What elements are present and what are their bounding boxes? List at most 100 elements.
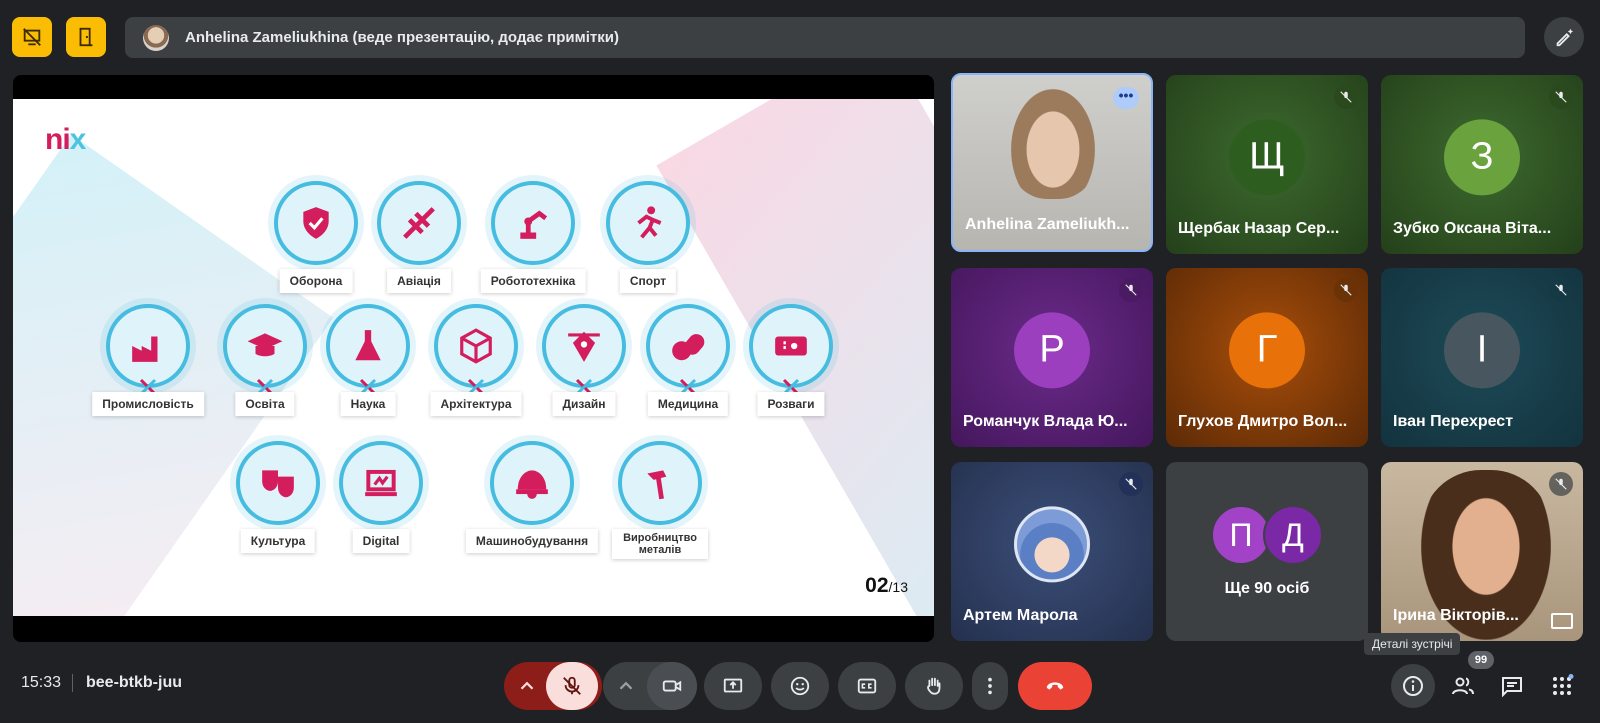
presenter-banner: Anhelina Zameliukhina (веде презентацію,… bbox=[125, 17, 1525, 58]
mic-off-indicator bbox=[1549, 278, 1573, 302]
people-button[interactable] bbox=[1441, 664, 1485, 708]
mic-off-indicator bbox=[1334, 85, 1358, 109]
mic-off-indicator bbox=[1119, 278, 1143, 302]
bottom-bar: 15:33 bee-btkb-juu bbox=[0, 650, 1600, 723]
node-label: Медицина bbox=[647, 392, 729, 416]
node-label: Робототехніка bbox=[480, 269, 586, 293]
participant-tile[interactable]: Щ Щербак Назар Сер... bbox=[1166, 75, 1368, 254]
mic-off-icon bbox=[1555, 91, 1567, 103]
participant-name: Романчук Влада Ю... bbox=[963, 413, 1128, 430]
presenter-text: Anhelina Zameliukhina (веде презентацію,… bbox=[185, 29, 619, 46]
chat-button[interactable] bbox=[1490, 664, 1534, 708]
leave-call-button[interactable] bbox=[1018, 662, 1092, 710]
videocam-icon bbox=[662, 680, 682, 692]
meeting-code: bee-btkb-juu bbox=[86, 674, 182, 691]
node-label: Машинобудування bbox=[465, 529, 599, 553]
participant-tile[interactable]: Р Романчук Влада Ю... bbox=[951, 268, 1153, 447]
reactions-button[interactable] bbox=[771, 662, 829, 710]
chevron-up-icon bbox=[520, 681, 534, 690]
participant-tile[interactable]: І Іван Перехрест bbox=[1381, 268, 1583, 447]
mic-off-indicator bbox=[1549, 85, 1573, 109]
shield-icon bbox=[303, 207, 329, 239]
node-design: Дизайн bbox=[537, 304, 631, 424]
laptop-icon bbox=[365, 469, 397, 497]
node-label: Дизайн bbox=[552, 392, 616, 416]
graduation-cap-icon bbox=[247, 333, 283, 357]
participant-name: Глухов Дмитро Вол... bbox=[1178, 413, 1348, 430]
participant-initial: Г bbox=[1229, 311, 1305, 388]
participant-tile[interactable]: З Зубко Оксана Віта... bbox=[1381, 75, 1583, 254]
node-industry: Промисловість bbox=[92, 304, 204, 424]
captions-button[interactable] bbox=[838, 662, 896, 710]
cube-icon bbox=[460, 328, 492, 364]
mic-off-icon bbox=[1125, 284, 1137, 296]
node-label: Наука bbox=[340, 392, 396, 416]
pen-sparkle-icon bbox=[1556, 28, 1574, 47]
clock: 15:33 bbox=[21, 674, 62, 691]
more-options-button[interactable]: ••• bbox=[1113, 87, 1139, 109]
participant-name: Зубко Оксана Віта... bbox=[1393, 220, 1552, 237]
present-screen-button[interactable] bbox=[704, 662, 762, 710]
node-culture: Культура bbox=[231, 441, 325, 561]
node-defense: Оборона bbox=[269, 181, 363, 301]
raise-hand-button[interactable] bbox=[905, 662, 963, 710]
node-label: Культура bbox=[240, 529, 316, 553]
participant-tile[interactable]: Г Глухов Дмитро Вол... bbox=[1166, 268, 1368, 447]
avatar-image bbox=[1014, 505, 1090, 582]
node-robotics: Робототехніка bbox=[480, 181, 586, 301]
pip-icon[interactable] bbox=[1551, 613, 1573, 629]
participant-name: Щербак Назар Сер... bbox=[1178, 220, 1340, 237]
node-label: Розваги bbox=[757, 392, 825, 416]
activities-button[interactable] bbox=[1540, 664, 1584, 708]
hide-presentation-button[interactable] bbox=[12, 17, 52, 57]
call-end-icon bbox=[1046, 682, 1064, 690]
participant-initial: П bbox=[1211, 505, 1271, 565]
mic-off-icon bbox=[1340, 284, 1352, 296]
node-sport: Спорт bbox=[601, 181, 695, 301]
theater-masks-icon bbox=[262, 470, 294, 498]
mic-off-indicator bbox=[1549, 472, 1573, 496]
node-label: Digital bbox=[352, 529, 410, 553]
hand-icon bbox=[927, 677, 941, 695]
closed-captions-icon bbox=[857, 678, 877, 694]
node-metal-production: Виробництво металів bbox=[612, 441, 708, 561]
more-participants-tile[interactable]: П Д Ще 90 осіб bbox=[1166, 462, 1368, 641]
camera-toggle-button[interactable] bbox=[647, 662, 697, 710]
node-digital: Digital bbox=[334, 441, 428, 561]
flask-icon bbox=[355, 330, 381, 361]
mic-off-icon bbox=[1340, 91, 1352, 103]
more-vert-icon bbox=[988, 677, 992, 695]
helmet-icon bbox=[516, 470, 548, 499]
node-mechanical-engineering: Машинобудування bbox=[465, 441, 599, 561]
node-aviation: Авіація bbox=[372, 181, 466, 301]
participant-initial: Р bbox=[1014, 311, 1090, 388]
emoji-icon bbox=[790, 676, 810, 696]
divider bbox=[72, 674, 73, 692]
participant-initial: Щ bbox=[1229, 118, 1305, 195]
meeting-details-button[interactable] bbox=[1391, 664, 1435, 708]
mic-off-icon bbox=[1125, 478, 1137, 490]
door-icon bbox=[79, 27, 93, 47]
mic-off-indicator bbox=[1119, 472, 1143, 496]
more-options-button[interactable] bbox=[972, 662, 1008, 710]
participant-tile-video[interactable]: Ірина Вікторів... bbox=[1381, 462, 1583, 641]
node-label: Освіта bbox=[235, 392, 295, 416]
mic-options-button[interactable] bbox=[504, 662, 550, 710]
participant-face bbox=[1011, 89, 1095, 199]
participant-tile[interactable]: Артем Марола bbox=[951, 462, 1153, 641]
more-participants-label: Ще 90 осіб bbox=[1224, 580, 1310, 597]
presentation-stage: nix Оборона Авіація Робототехніка Спорт … bbox=[13, 75, 934, 642]
runner-icon bbox=[637, 206, 662, 239]
camera-options-button[interactable] bbox=[603, 662, 649, 710]
participant-initial: З bbox=[1444, 118, 1520, 195]
node-education: Освіта bbox=[218, 304, 312, 424]
nix-logo: nix bbox=[45, 123, 86, 156]
mic-off-icon bbox=[1555, 284, 1567, 296]
mic-toggle-button[interactable] bbox=[546, 662, 598, 710]
node-label: Архітектура bbox=[430, 392, 522, 416]
participant-tile-video[interactable]: ••• Anhelina Zameliukh... bbox=[951, 73, 1153, 252]
factory-icon bbox=[132, 336, 158, 362]
annotate-button[interactable] bbox=[1544, 17, 1584, 57]
leave-presentation-button[interactable] bbox=[66, 17, 106, 57]
node-science: Наука bbox=[321, 304, 415, 424]
